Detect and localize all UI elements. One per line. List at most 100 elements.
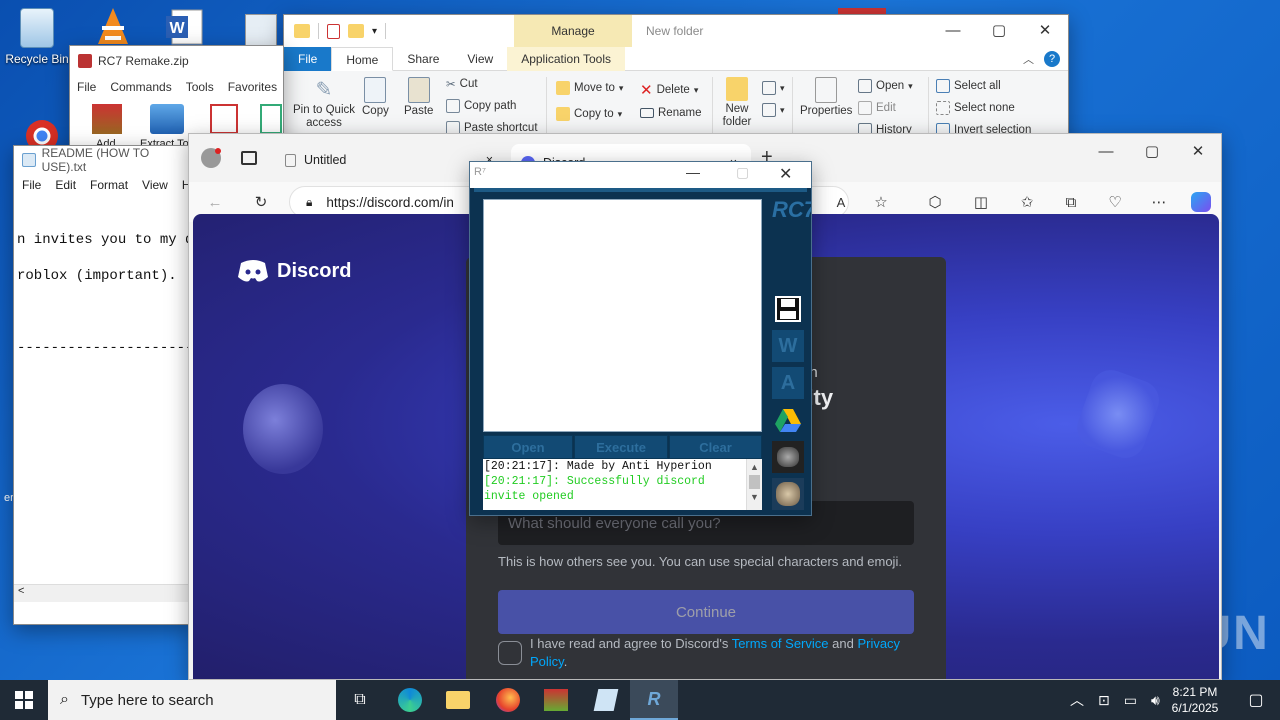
new-item-button[interactable]: ▾ [762, 81, 785, 95]
a-tool-button[interactable]: A [772, 367, 804, 399]
notepad-taskbar-icon[interactable] [582, 680, 630, 720]
notification-center-icon[interactable]: ▢ [1232, 680, 1280, 720]
easy-access-button[interactable]: ▾ [762, 103, 785, 117]
winrar-menu-file[interactable]: File [77, 80, 96, 94]
tab-file[interactable]: File [284, 46, 332, 71]
notepad-menu-format[interactable]: Format [90, 178, 128, 192]
network-icon[interactable]: ▭ [1124, 692, 1137, 709]
clock[interactable]: 8:21 PM 6/1/2025 [1170, 680, 1220, 720]
paste-button[interactable]: Paste [404, 77, 433, 117]
log-scrollbar[interactable]: ▲ ▼ [746, 459, 762, 510]
tab-actions-icon[interactable] [241, 151, 257, 165]
copilot-icon[interactable] [1189, 190, 1213, 214]
browser-tab-untitled[interactable]: Untitled × [275, 146, 501, 174]
vlc-desktop-icon[interactable] [94, 6, 132, 46]
performance-icon[interactable]: ♡ [1103, 190, 1127, 214]
edit-button[interactable]: Edit [858, 101, 896, 115]
qat-dropdown-icon[interactable]: ▾ [372, 26, 377, 37]
tray-overflow-icon[interactable]: ︿ [1070, 690, 1084, 710]
collapse-ribbon-icon[interactable]: ︿ [1023, 51, 1034, 67]
help-icon[interactable]: ? [1044, 50, 1060, 67]
continue-button[interactable]: Continue [498, 590, 914, 634]
open-icon [858, 79, 872, 93]
rename-button[interactable]: Rename [640, 107, 701, 119]
taskbar-search[interactable]: ⌕ Type here to search [48, 680, 336, 720]
notepad-hscrollbar[interactable]: < [14, 584, 192, 602]
view-icon[interactable] [260, 104, 282, 134]
extensions-icon[interactable]: ⬡ [923, 190, 947, 214]
word-desktop-icon[interactable]: W [164, 8, 204, 46]
copy-path-button[interactable]: Copy path [446, 99, 516, 113]
winrar-menu-tools[interactable]: Tools [186, 80, 214, 94]
read-aloud-icon[interactable]: A [829, 190, 853, 214]
image-desktop-icon[interactable] [245, 14, 277, 46]
minimize-button[interactable]: — [1083, 136, 1129, 166]
split-screen-icon[interactable]: ◫ [969, 190, 993, 214]
new-folder-button[interactable]: New folder [720, 77, 754, 129]
rc7-taskbar-icon[interactable]: R [630, 680, 678, 720]
refresh-icon[interactable]: ↻ [249, 190, 273, 214]
add-archive-icon[interactable] [92, 104, 122, 134]
tab-application-tools[interactable]: Application Tools [507, 46, 626, 71]
notepad-menu-view[interactable]: View [142, 178, 168, 192]
scroll-left-arrow[interactable]: < [18, 585, 24, 597]
clear-button[interactable]: Clear [669, 435, 762, 459]
open-script-button[interactable]: Open [483, 435, 573, 459]
back-arrow-icon[interactable]: ← [203, 190, 227, 214]
file-explorer-taskbar-icon[interactable] [434, 680, 482, 720]
copy-button[interactable]: Copy [362, 77, 389, 117]
close-button[interactable]: ✕ [1022, 15, 1068, 45]
w-tool-button[interactable]: W [772, 330, 804, 362]
extract-to-icon[interactable] [150, 104, 184, 134]
wolf-icon[interactable] [772, 441, 804, 473]
new-folder-qat-icon[interactable] [348, 24, 364, 38]
close-button[interactable]: ✕ [779, 164, 792, 184]
volume-icon[interactable]: 🔊︎ [1151, 692, 1160, 709]
wolf-avatar-icon[interactable] [772, 478, 804, 510]
winrar-taskbar-icon[interactable] [532, 680, 580, 720]
move-to-button[interactable]: Move to ▾ [556, 81, 623, 95]
pin-quick-access-button[interactable]: ✎ Pin to Quick access [292, 77, 356, 130]
start-button[interactable] [0, 680, 48, 720]
favorites-icon[interactable]: ✩ [1015, 190, 1039, 214]
maximize-button[interactable]: ▢ [736, 164, 749, 181]
tab-share[interactable]: Share [393, 47, 453, 71]
properties-qat-icon[interactable] [327, 23, 340, 39]
tos-checkbox[interactable] [498, 641, 522, 665]
edge-taskbar-icon[interactable] [386, 680, 434, 720]
collections-icon[interactable]: ⧉ [1059, 190, 1083, 214]
minimize-button[interactable]: — [686, 164, 700, 180]
select-all-button[interactable]: Select all [936, 79, 1001, 93]
google-drive-icon[interactable] [772, 404, 804, 436]
word-icon: W [166, 9, 203, 45]
copy-to-button[interactable]: Copy to ▾ [556, 107, 622, 121]
firefox-taskbar-icon[interactable] [484, 680, 532, 720]
script-editor[interactable] [483, 199, 762, 432]
favorite-star-icon[interactable]: ☆ [869, 190, 893, 214]
maximize-button[interactable]: ▢ [1129, 136, 1175, 166]
task-view-icon[interactable]: ⧉ [336, 680, 384, 720]
tray-device-icon[interactable]: ⊡ [1098, 692, 1110, 709]
tab-home[interactable]: Home [331, 46, 394, 71]
copy-path-label: Copy path [464, 100, 517, 112]
minimize-button[interactable]: — [930, 15, 976, 45]
notepad-menu-file[interactable]: File [22, 178, 41, 192]
winrar-menu-commands[interactable]: Commands [110, 80, 171, 94]
notepad-menu-edit[interactable]: Edit [55, 178, 76, 192]
more-menu-icon[interactable]: ⋯ [1147, 190, 1171, 214]
close-button[interactable]: ✕ [1175, 136, 1221, 166]
winrar-menu-favorites[interactable]: Favorites [228, 80, 277, 94]
test-icon[interactable] [210, 104, 238, 134]
execute-button[interactable]: Execute [574, 435, 668, 459]
delete-button[interactable]: ✕ Delete ▾ [640, 81, 698, 99]
edge-desktop-icon[interactable] [22, 116, 62, 152]
terms-of-service-link[interactable]: Terms of Service [732, 636, 829, 651]
select-none-button[interactable]: Select none [936, 101, 1015, 115]
cut-button[interactable]: ✂ Cut [446, 77, 478, 91]
tab-view[interactable]: View [453, 47, 507, 71]
properties-button[interactable]: Properties [800, 77, 852, 117]
save-icon[interactable] [772, 293, 804, 325]
recycle-bin-desktop-icon[interactable]: Recycle Bin [2, 8, 72, 66]
maximize-button[interactable]: ▢ [976, 15, 1022, 45]
open-button[interactable]: Open ▾ [858, 79, 913, 93]
